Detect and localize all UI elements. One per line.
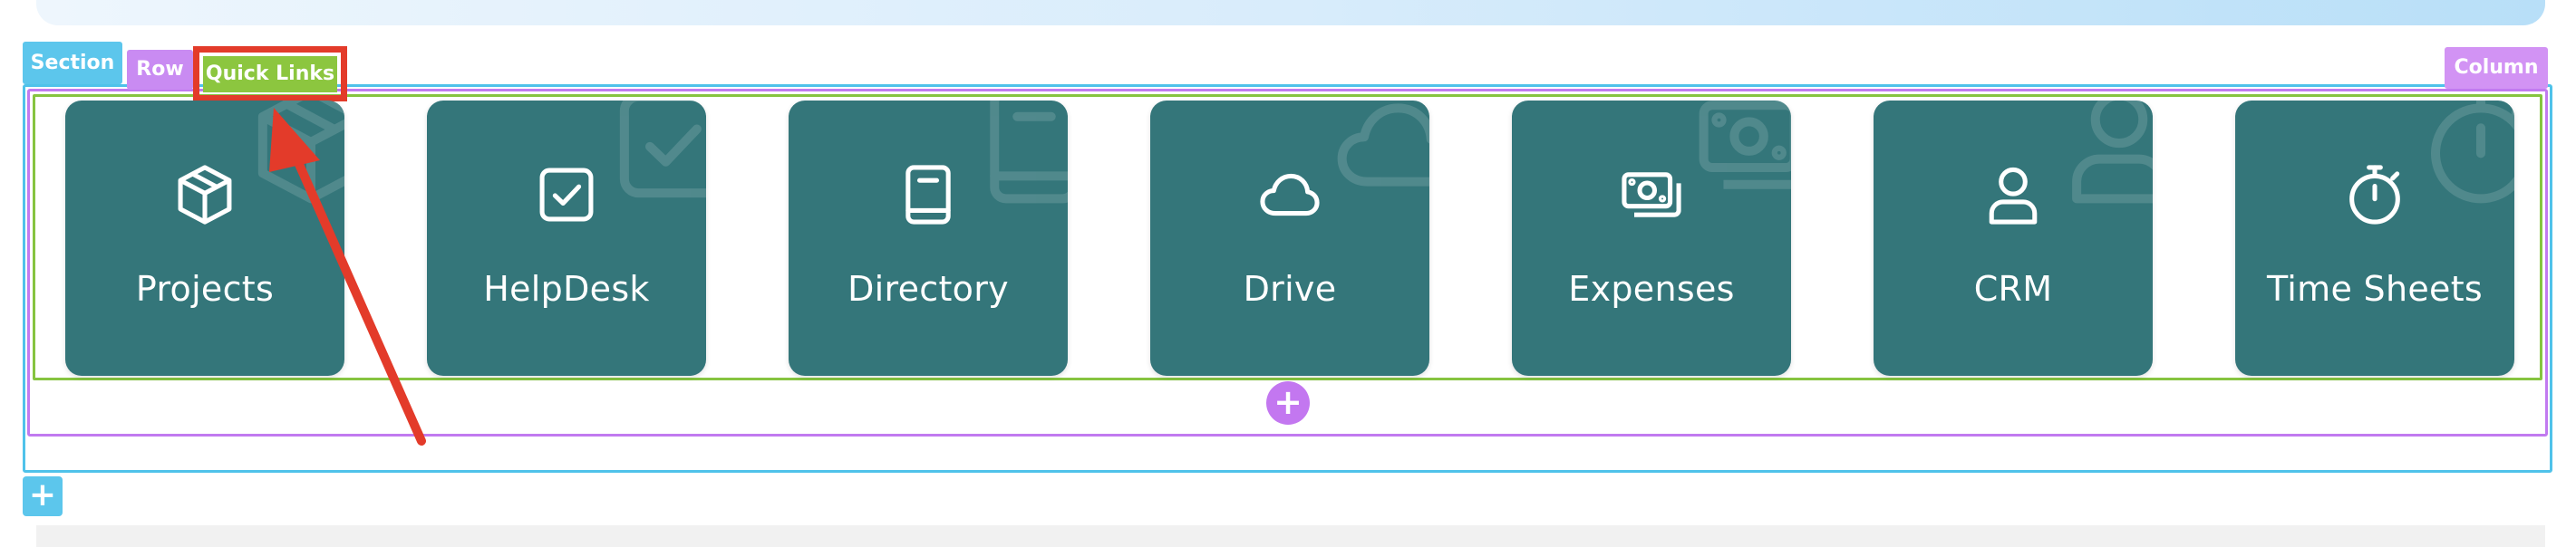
quick-links-module-tag[interactable]: Quick Links <box>203 56 337 92</box>
section-tag[interactable]: Section <box>23 42 122 84</box>
next-section-strip <box>36 525 2545 547</box>
user-icon <box>1989 167 2038 225</box>
quick-link-label: HelpDesk <box>483 269 650 309</box>
stopwatch-icon <box>2431 101 2514 204</box>
user-icon <box>2072 101 2153 204</box>
book-icon <box>905 165 951 225</box>
quick-link-label: Projects <box>135 269 275 309</box>
cloud-icon <box>1260 173 1320 216</box>
quick-link-label: Directory <box>847 269 1009 309</box>
check-square-icon <box>619 101 706 198</box>
quick-link-label: CRM <box>1973 269 2053 309</box>
box-icon <box>178 165 232 225</box>
quick-link-card-directory[interactable]: Directory <box>789 101 1068 376</box>
page-builder-canvas: Section Row Column Quick Links Projects … <box>0 0 2576 547</box>
quick-link-card-projects[interactable]: Projects <box>65 101 344 376</box>
book-icon <box>990 101 1068 204</box>
cloud-icon <box>1337 103 1429 187</box>
box-icon <box>257 101 344 204</box>
money-icon <box>1622 172 1681 217</box>
row-tag[interactable]: Row <box>127 50 193 90</box>
quick-link-card-helpdesk[interactable]: HelpDesk <box>427 101 706 376</box>
money-icon <box>1699 101 1791 189</box>
quick-link-card-expenses[interactable]: Expenses <box>1512 101 1791 376</box>
column-tag[interactable]: Column <box>2445 47 2548 89</box>
stopwatch-icon <box>2349 165 2400 225</box>
add-row-button[interactable]: + <box>1266 381 1310 425</box>
quick-link-label: Drive <box>1243 269 1337 309</box>
add-section-button[interactable]: + <box>23 476 63 516</box>
quick-link-card-crm[interactable]: CRM <box>1874 101 2153 376</box>
quick-link-card-time-sheets[interactable]: Time Sheets <box>2235 101 2514 376</box>
check-square-icon <box>539 168 594 222</box>
previous-section-banner <box>36 0 2545 25</box>
quick-link-label: Time Sheets <box>2266 269 2484 309</box>
quick-link-label: Expenses <box>1568 269 1735 309</box>
quick-link-card-drive[interactable]: Drive <box>1150 101 1429 376</box>
